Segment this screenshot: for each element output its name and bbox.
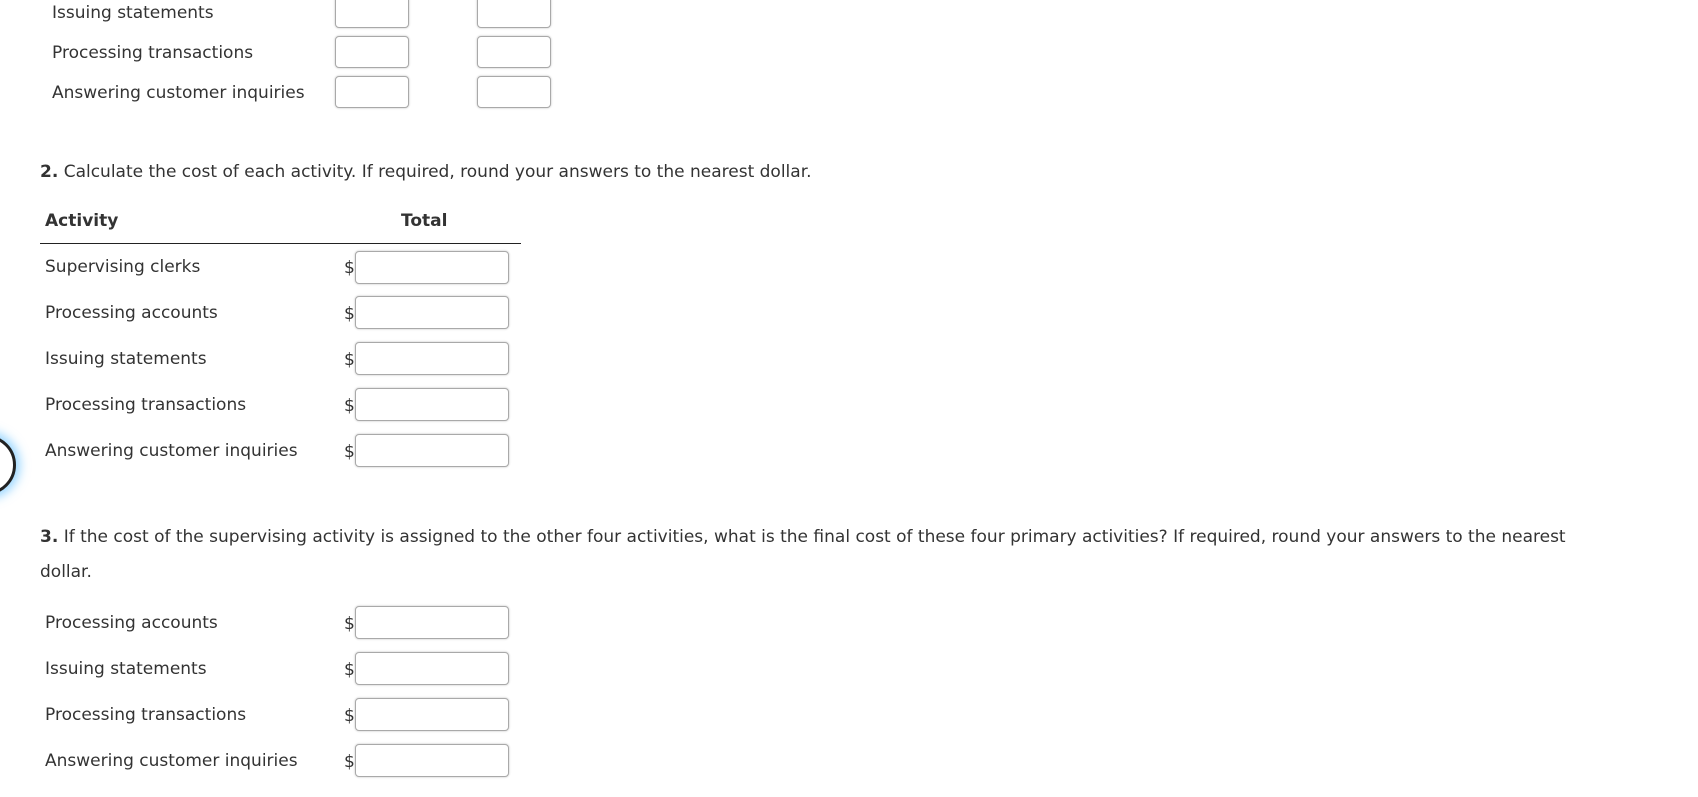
- activity-row-label: Answering customer inquiries: [45, 751, 298, 771]
- part1-col2-input[interactable]: [477, 0, 551, 28]
- part2-number: 2.: [40, 162, 59, 182]
- part1-col2-input[interactable]: [477, 36, 551, 68]
- part3-instruction: 3. If the cost of the supervising activi…: [40, 520, 1566, 555]
- issuing-statements-cost-input[interactable]: [355, 342, 509, 375]
- final-processing-transactions-input[interactable]: [355, 698, 509, 731]
- activity-row-label: Processing accounts: [45, 303, 218, 323]
- activity-row-label: Processing transactions: [45, 705, 247, 725]
- floating-circle-button[interactable]: [0, 435, 16, 495]
- processing-accounts-cost-input[interactable]: [355, 296, 509, 329]
- part3-instruction-continued: dollar.: [40, 562, 92, 582]
- dollar-sign: $: [344, 752, 355, 772]
- final-issuing-statements-input[interactable]: [355, 652, 509, 685]
- final-processing-accounts-input[interactable]: [355, 606, 509, 639]
- column-header-total: Total: [401, 211, 448, 231]
- part1-row-label: Issuing statements: [52, 3, 214, 23]
- header-divider: [40, 243, 521, 244]
- activity-row-label: Issuing statements: [45, 349, 207, 369]
- part1-row-label: Processing transactions: [52, 43, 254, 63]
- part1-col2-input[interactable]: [477, 76, 551, 108]
- activity-row-label: Supervising clerks: [45, 257, 201, 277]
- dollar-sign: $: [344, 304, 355, 324]
- part1-row-label: Answering customer inquiries: [52, 83, 305, 103]
- dollar-sign: $: [344, 396, 355, 416]
- answering-inquiries-cost-input[interactable]: [355, 434, 509, 467]
- processing-transactions-cost-input[interactable]: [355, 388, 509, 421]
- part3-number: 3.: [40, 527, 59, 547]
- final-answering-inquiries-input[interactable]: [355, 744, 509, 777]
- activity-row-label: Answering customer inquiries: [45, 441, 298, 461]
- part1-col1-input[interactable]: [335, 0, 409, 28]
- part3-instruction-text: If the cost of the supervising activity …: [63, 527, 1566, 547]
- activity-row-label: Issuing statements: [45, 659, 207, 679]
- part2-instruction: 2. Calculate the cost of each activity. …: [40, 155, 812, 190]
- supervising-clerks-cost-input[interactable]: [355, 251, 509, 284]
- dollar-sign: $: [344, 258, 355, 278]
- dollar-sign: $: [344, 442, 355, 462]
- part1-col1-input[interactable]: [335, 36, 409, 68]
- activity-row-label: Processing transactions: [45, 395, 247, 415]
- activity-row-label: Processing accounts: [45, 613, 218, 633]
- dollar-sign: $: [344, 614, 355, 634]
- column-header-activity: Activity: [45, 211, 119, 231]
- dollar-sign: $: [344, 660, 355, 680]
- part1-col1-input[interactable]: [335, 76, 409, 108]
- part2-instruction-text: Calculate the cost of each activity. If …: [63, 162, 812, 182]
- dollar-sign: $: [344, 706, 355, 726]
- dollar-sign: $: [344, 350, 355, 370]
